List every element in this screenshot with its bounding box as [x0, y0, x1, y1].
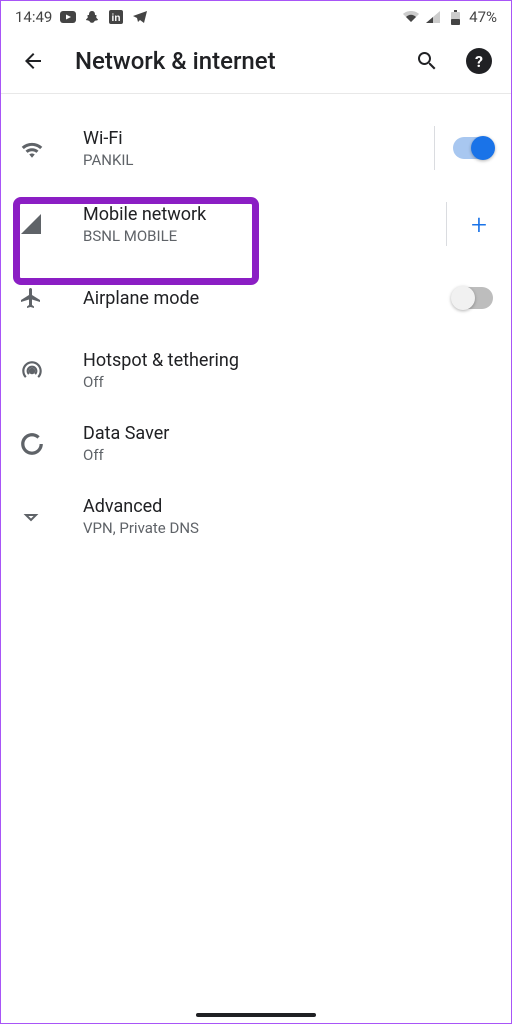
hotspot-icon: [19, 358, 61, 384]
add-mobile-button[interactable]: +: [465, 208, 493, 241]
status-time: 14:49: [15, 8, 52, 26]
wifi-signal-icon: [403, 9, 419, 25]
hotspot-title: Hotspot & tethering: [83, 350, 493, 371]
mobile-subtitle: BSNL MOBILE: [83, 227, 446, 245]
wifi-icon: [19, 138, 61, 158]
telegram-icon: [132, 9, 148, 25]
wifi-toggle[interactable]: [453, 137, 493, 159]
battery-percent: 47%: [469, 8, 497, 26]
navigation-bar[interactable]: [196, 1013, 316, 1017]
snapchat-icon: [84, 9, 100, 25]
chevron-down-icon: [19, 505, 61, 529]
datasaver-subtitle: Off: [83, 446, 493, 464]
datasaver-title: Data Saver: [83, 423, 493, 444]
hotspot-subtitle: Off: [83, 373, 493, 391]
datasaver-item[interactable]: Data Saver Off: [1, 407, 511, 480]
mobile-signal-icon: [19, 212, 61, 236]
wifi-title: Wi-Fi: [83, 128, 434, 149]
airplane-toggle[interactable]: [453, 287, 493, 309]
wifi-subtitle: PANKIL: [83, 151, 434, 169]
hotspot-item[interactable]: Hotspot & tethering Off: [1, 334, 511, 407]
mobile-title: Mobile network: [83, 204, 446, 225]
status-bar: 14:49 in 47%: [1, 1, 511, 33]
help-button[interactable]: ?: [465, 47, 493, 75]
battery-icon: [447, 9, 463, 25]
airplane-mode-item[interactable]: Airplane mode: [1, 262, 511, 334]
mobile-network-item[interactable]: Mobile network BSNL MOBILE +: [1, 186, 511, 262]
datasaver-icon: [19, 431, 61, 457]
svg-text:in: in: [112, 13, 121, 24]
youtube-icon: [60, 9, 76, 25]
settings-list: Wi-Fi PANKIL Mobile network BSNL MOBILE …: [1, 94, 511, 553]
airplane-icon: [19, 286, 61, 310]
page-title: Network & internet: [75, 47, 385, 75]
advanced-subtitle: VPN, Private DNS: [83, 519, 493, 537]
search-button[interactable]: [413, 47, 441, 75]
linkedin-icon: in: [108, 9, 124, 25]
advanced-title: Advanced: [83, 496, 493, 517]
cell-signal-icon: [425, 9, 441, 25]
advanced-item[interactable]: Advanced VPN, Private DNS: [1, 480, 511, 553]
help-icon: ?: [466, 48, 492, 74]
divider: [446, 202, 447, 246]
divider: [434, 126, 435, 170]
back-button[interactable]: [19, 47, 47, 75]
app-bar: Network & internet ?: [1, 33, 511, 94]
airplane-title: Airplane mode: [83, 288, 453, 309]
wifi-item[interactable]: Wi-Fi PANKIL: [1, 110, 511, 186]
